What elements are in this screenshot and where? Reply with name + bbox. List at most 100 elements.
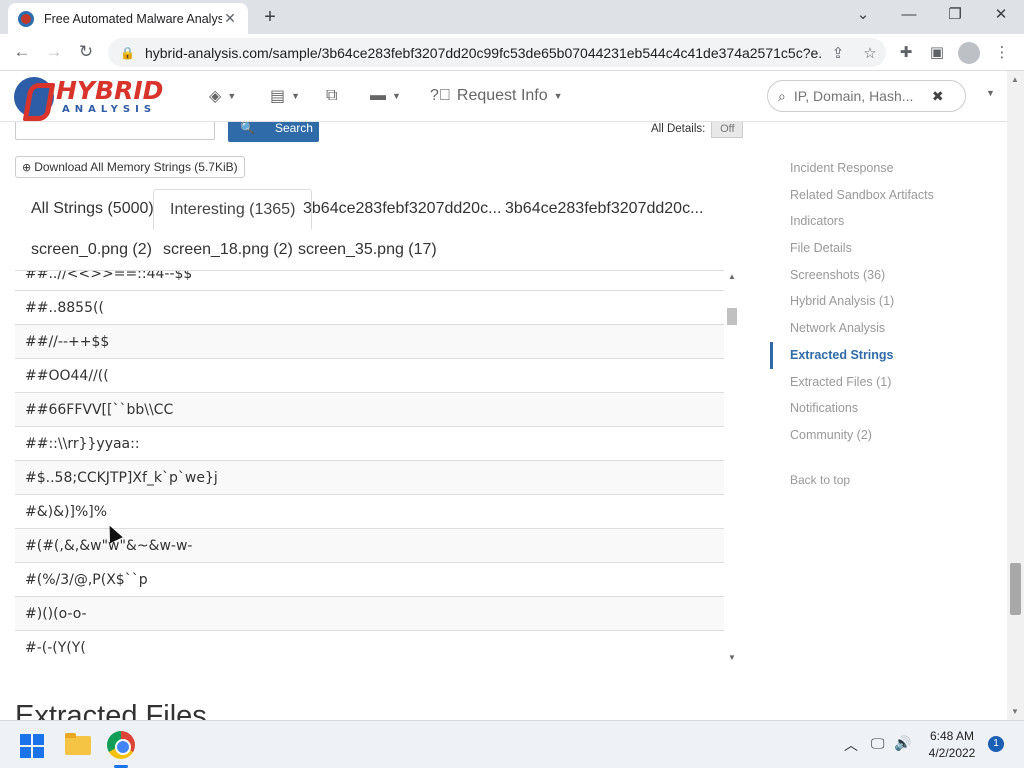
list-item: ##//--++$$ [15, 325, 724, 359]
all-details-label: All Details: [651, 123, 706, 135]
site-search: ⌕ ✖ [767, 80, 966, 112]
copy-icon: ⧉ [326, 87, 338, 104]
reload-icon[interactable]: ↻ [73, 39, 99, 65]
sidebar-item-extracted-strings[interactable]: Extracted Strings [770, 341, 1000, 369]
tab-search-icon[interactable]: ⌄ [840, 0, 886, 30]
browser-tab[interactable]: Free Automated Malware Analysis Service … [8, 3, 248, 34]
file-explorer-icon[interactable] [64, 731, 92, 759]
nav-submit-menu[interactable]: ◈ ▼ [209, 83, 236, 109]
url-text[interactable]: hybrid-analysis.com/sample/3b64ce283febf… [145, 45, 822, 61]
sidebar-item-extracted-files[interactable]: Extracted Files (1) [770, 369, 1000, 396]
all-details-control: All Details: Off [651, 122, 744, 138]
list-item: ##OO44//(( [15, 359, 724, 393]
hybrid-analysis-logo[interactable]: HYBRID ANALYSIS [14, 75, 182, 119]
strings-list-scrollbar[interactable]: ▲ ▼ [724, 270, 740, 664]
browser-toolbar: ← → ↻ 🔒 hybrid-analysis.com/sample/3b64c… [0, 34, 1024, 71]
clock-date: 4/2/2022 [928, 746, 976, 760]
sidebar-item-incident-response[interactable]: Incident Response [770, 155, 1000, 182]
share-icon[interactable]: ⇪ [822, 44, 854, 62]
tab-file-2[interactable]: 3b64ce283febf3207dd20c... [489, 189, 719, 229]
scroll-down-arrow-icon[interactable]: ▼ [1011, 707, 1019, 716]
sidebar-item-notifications[interactable]: Notifications [770, 395, 1000, 422]
list-item: #-(-(Y(Y( [15, 631, 724, 664]
download-icon: ⊕ [22, 161, 32, 174]
site-search-input[interactable] [793, 88, 932, 104]
address-bar[interactable]: 🔒 hybrid-analysis.com/sample/3b64ce283fe… [108, 38, 886, 67]
network-icon[interactable]: 🖵 [871, 735, 885, 752]
strings-scroll-thumb[interactable] [727, 308, 737, 325]
search-icon: 🔍 [240, 122, 255, 135]
logo-mark-icon [14, 77, 54, 117]
site-header: HYBRID ANALYSIS ◈ ▼ ▤ ▼ ⧉ ▬ ▼ ?⃝ Request In… [0, 71, 1007, 122]
browser-tab-strip: Free Automated Malware Analysis Service … [0, 0, 1024, 34]
logo-wordmark: HYBRID [56, 76, 164, 105]
search-button-label: Search [274, 122, 313, 135]
list-item: #)()(o-o- [15, 597, 724, 631]
strings-filter-input[interactable] [15, 122, 215, 140]
nav-copy-button[interactable]: ⧉ [326, 83, 337, 109]
back-to-top-link[interactable]: Back to top [770, 467, 1000, 494]
browser-menu-icon[interactable]: ⋮ [989, 40, 1015, 66]
forward-arrow-icon[interactable]: → [41, 39, 67, 65]
list-item: #&)&)]%]% [15, 495, 724, 529]
nav-request-info[interactable]: ?⃝ Request Info ▼ [430, 83, 563, 109]
new-tab-button[interactable]: + [258, 5, 282, 29]
chrome-icon[interactable] [107, 731, 135, 759]
page-scroll-thumb[interactable] [1010, 563, 1021, 615]
sidebar-item-screenshots[interactable]: Screenshots (36) [770, 262, 1000, 289]
tab-file-1[interactable]: 3b64ce283febf3207dd20c... [287, 189, 517, 229]
strings-search-button[interactable]: 🔍 Search [228, 122, 319, 142]
nav-file-menu[interactable]: ▤ ▼ [270, 83, 300, 109]
sidebar-item-file-details[interactable]: File Details [770, 235, 1000, 262]
scroll-up-arrow-icon[interactable]: ▲ [728, 272, 736, 281]
tab-close-icon[interactable]: ✕ [222, 10, 238, 27]
list-item: #$..58;CCKJTP]Xf_k`p`we}j [15, 461, 724, 495]
sidebar-item-indicators[interactable]: Indicators [770, 208, 1000, 235]
restore-button[interactable]: ❐ [932, 0, 978, 30]
clock-time: 6:48 AM [929, 729, 975, 743]
site-favicon-icon [18, 10, 34, 27]
download-label: Download All Memory Strings (5.7KiB) [34, 160, 238, 174]
back-arrow-icon[interactable]: ← [9, 39, 35, 65]
scroll-down-arrow-icon[interactable]: ▼ [728, 653, 736, 662]
system-clock[interactable]: 6:48 AM 4/2/2022 [920, 728, 984, 762]
sidebar-item-community[interactable]: Community (2) [770, 422, 1000, 449]
cube-icon: ◈ [209, 88, 222, 105]
tab-title: Free Automated Malware Analysis Service … [44, 11, 222, 26]
minimize-button[interactable]: — [886, 0, 932, 30]
close-window-button[interactable]: ✕ [978, 0, 1024, 30]
tab-all-strings[interactable]: All Strings (5000) [15, 189, 170, 229]
page-scrollbar[interactable]: ▲ ▼ [1007, 71, 1024, 720]
file-icon: ▤ [270, 88, 286, 105]
strings-list[interactable]: ##..//<<>>==::44--$$ ##..8855(( ##//--++… [15, 270, 724, 664]
windows-start-icon[interactable] [20, 734, 44, 758]
tab-screen-0[interactable]: screen_0.png (2) [15, 230, 168, 270]
clear-search-icon[interactable]: ✖ [932, 88, 944, 105]
all-details-toggle[interactable]: Off [711, 122, 744, 138]
profile-avatar-icon[interactable] [958, 42, 980, 64]
report-section-nav: Incident Response Related Sandbox Artifa… [770, 155, 1000, 493]
nav-folder-menu[interactable]: ▬ ▼ [370, 83, 401, 109]
chevron-down-icon: ▼ [392, 91, 401, 101]
lock-icon[interactable]: 🔒 [120, 46, 135, 60]
side-panel-icon[interactable]: ▣ [924, 40, 950, 66]
header-dropdown-caret-icon[interactable]: ▼ [986, 88, 995, 98]
folder-icon: ▬ [370, 87, 386, 104]
list-item: ##..8855(( [15, 291, 724, 325]
volume-icon[interactable]: 🔊 [894, 735, 911, 752]
extensions-puzzle-icon[interactable]: ✚ [893, 40, 919, 66]
sidebar-item-network-analysis[interactable]: Network Analysis [770, 315, 1000, 342]
bookmark-star-icon[interactable]: ☆ [854, 44, 886, 62]
download-memory-strings-button[interactable]: ⊕ Download All Memory Strings (5.7KiB) [15, 156, 245, 178]
scroll-up-arrow-icon[interactable]: ▲ [1011, 75, 1019, 84]
show-hidden-icons-icon[interactable]: ︿ [844, 735, 858, 755]
logo-subword: ANALYSIS [62, 104, 157, 115]
extracted-files-heading: Extracted Files [15, 700, 207, 720]
question-circle-icon: ?⃝ [430, 87, 451, 104]
notification-badge[interactable]: 1 [988, 736, 1004, 752]
main-content: 🔍 Search All Details: Off ⊕ Download All… [0, 122, 1007, 720]
chevron-down-icon: ▼ [291, 91, 301, 101]
sidebar-item-related-artifacts[interactable]: Related Sandbox Artifacts [770, 182, 1000, 209]
tab-screen-35[interactable]: screen_35.png (17) [282, 230, 453, 270]
sidebar-item-hybrid-analysis[interactable]: Hybrid Analysis (1) [770, 288, 1000, 315]
